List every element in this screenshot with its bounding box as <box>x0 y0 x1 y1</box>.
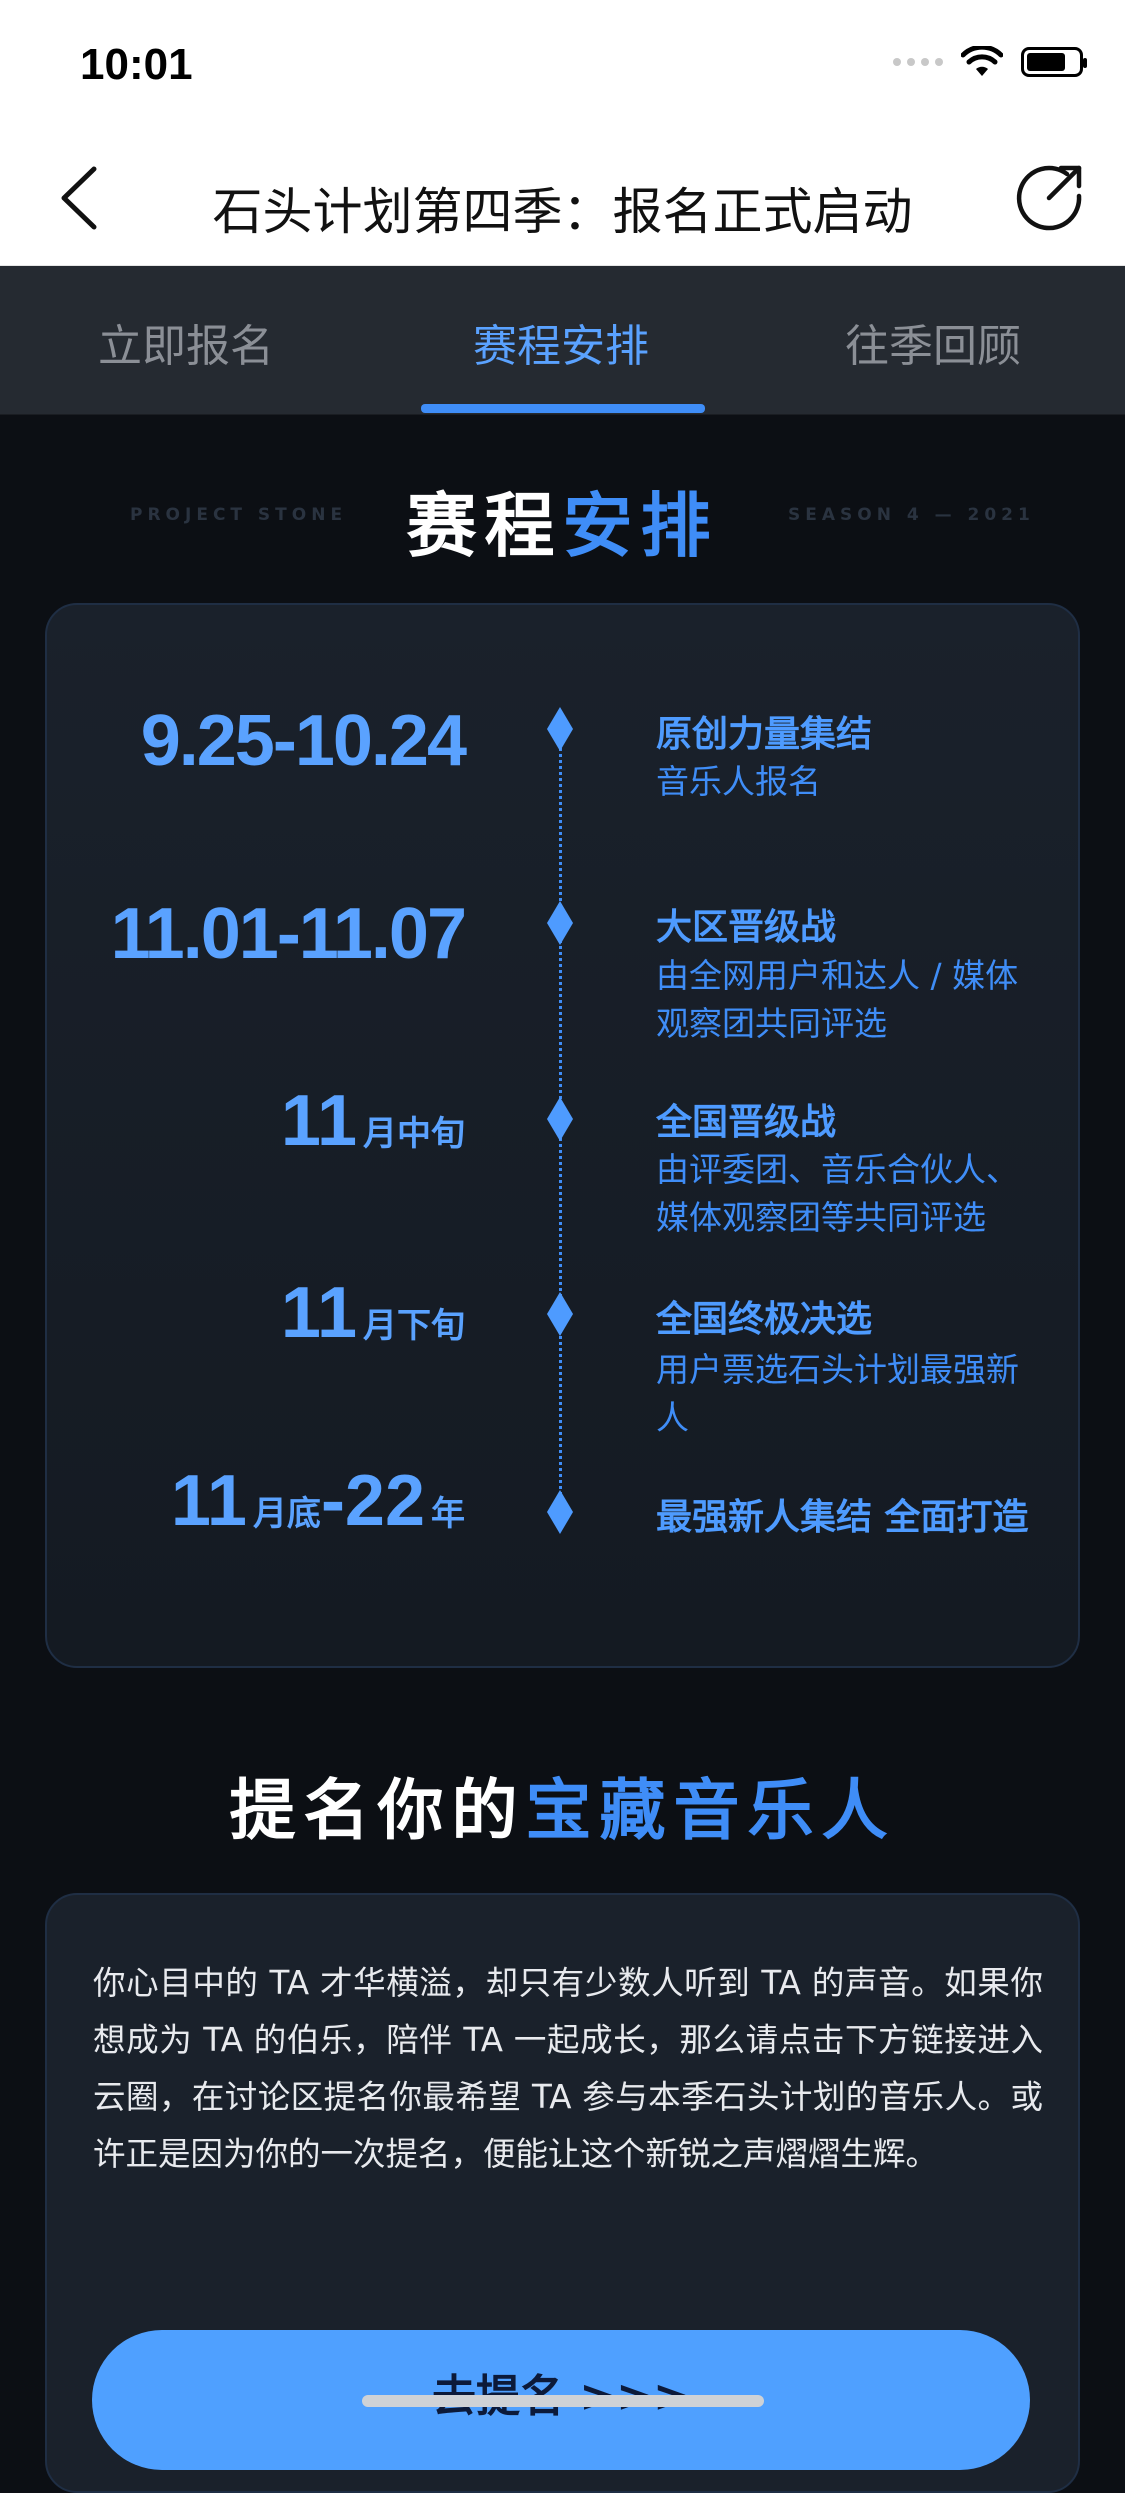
date-2: 11.01-11.07 <box>110 894 467 974</box>
signal-icon <box>893 58 943 66</box>
nominate-description: 你心目中的 TA 才华横溢，却只有少数人听到 TA 的声音。如果你想成为 TA … <box>93 1964 1043 2173</box>
nominate-title-white: 提名你的 <box>229 1772 526 1849</box>
tab-bar: 立即报名 赛程安排 往季回顾 <box>0 266 1125 415</box>
date-3: 11 月中旬 <box>281 1080 465 1162</box>
event-desc-4: 用户票选石头计划最强新人 <box>656 1350 1019 1437</box>
date-1: 9.25-10.24 <box>140 701 467 781</box>
event-title-2: 大区晋级战 <box>656 907 837 948</box>
tab-schedule[interactable]: 赛程安排 <box>473 310 649 374</box>
event-title-4: 全国终极决选 <box>656 1299 873 1340</box>
nav-bar: 石头计划第四季：报名正式启动 <box>0 130 1125 266</box>
event-title-3: 全国晋级战 <box>656 1102 837 1143</box>
nominate-title: 提名你的宝藏音乐人 <box>0 1757 1125 1853</box>
tab-past-seasons[interactable]: 往季回顾 <box>845 310 1021 374</box>
active-tab-indicator <box>421 404 705 413</box>
date-5: 11 月底-22 年 <box>171 1460 465 1542</box>
date-5-num: 11 <box>170 1461 247 1541</box>
date-4: 11 月下旬 <box>281 1272 465 1354</box>
schedule-title-white: 赛程 <box>406 485 563 567</box>
schedule-title: 赛程安排 <box>0 470 1125 571</box>
event-title-5: 最强新人集结 全面打造 <box>656 1497 1029 1538</box>
event-desc-2: 由全网用户和达人 / 媒体观察团共同评选 <box>656 956 1019 1043</box>
timeline-diamond-icon <box>547 1097 573 1141</box>
timeline-diamond-icon <box>547 901 573 945</box>
date-5-mid: 月底 <box>252 1495 321 1533</box>
date-5-num2: -22 <box>320 1461 425 1541</box>
schedule-title-blue: 安排 <box>562 485 719 567</box>
date-3-suffix: 月中旬 <box>363 1115 465 1153</box>
event-title-1: 原创力量集结 <box>656 714 873 755</box>
battery-icon <box>1021 47 1087 77</box>
date-3-num: 11 <box>280 1081 357 1161</box>
share-icon[interactable] <box>1015 160 1087 232</box>
event-desc-1: 音乐人报名 <box>656 762 821 801</box>
home-indicator <box>362 2395 764 2407</box>
timeline-diamond-icon <box>547 1490 573 1534</box>
date-4-num: 11 <box>280 1273 357 1353</box>
date-5-suffix: 年 <box>431 1495 465 1533</box>
status-time: 10:01 <box>80 40 193 89</box>
status-icons <box>893 46 1087 78</box>
nominate-title-blue: 宝藏音乐人 <box>525 1772 896 1849</box>
wifi-icon <box>961 46 1003 76</box>
status-bar: 10:01 <box>0 0 1125 130</box>
timeline-diamond-icon <box>547 1292 573 1336</box>
nominate-button-label: 去提名 >>> <box>92 2360 1030 2424</box>
page-title: 石头计划第四季：报名正式启动 <box>212 184 913 240</box>
date-4-suffix: 月下旬 <box>363 1307 465 1345</box>
timeline-diamond-icon <box>547 707 573 751</box>
tab-register[interactable]: 立即报名 <box>98 310 274 374</box>
event-desc-3: 由评委团、音乐合伙人、媒体观察团等共同评选 <box>656 1150 1019 1237</box>
